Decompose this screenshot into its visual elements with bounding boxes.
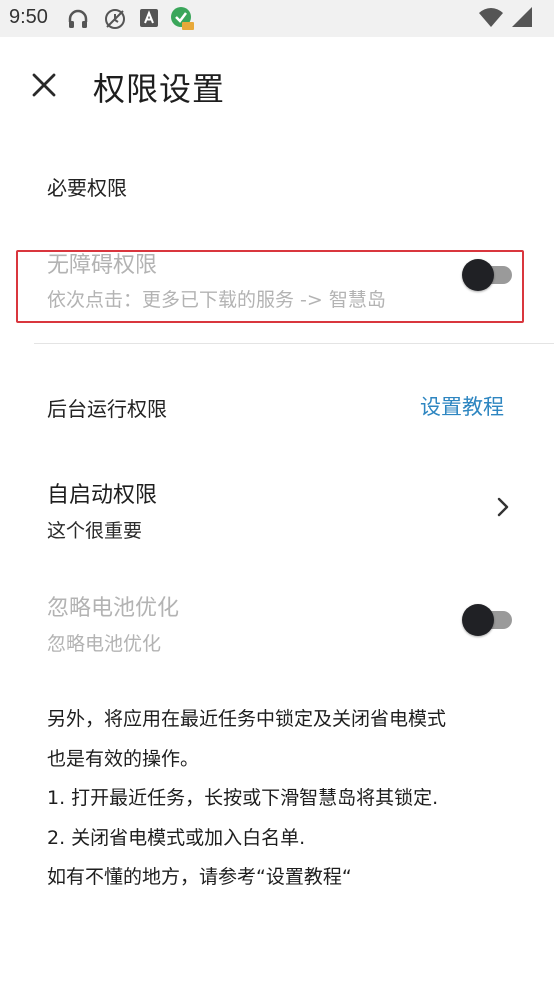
- section-divider: [34, 343, 554, 344]
- autostart-title: 自启动权限: [47, 483, 158, 508]
- signal-icon: [510, 6, 534, 32]
- note-line: 也是有效的操作。: [47, 747, 200, 770]
- section-header-background: 后台运行权限: [47, 397, 167, 421]
- status-time: 9:50: [9, 6, 48, 28]
- help-notes: 另外，将应用在最近任务中锁定及关闭省电模式 也是有效的操作。 1. 打开最近任务…: [47, 700, 537, 898]
- battery-subtitle: 忽略电池优化: [47, 633, 162, 655]
- autostart-subtitle: 这个很重要: [47, 520, 143, 542]
- accessibility-toggle[interactable]: [462, 258, 514, 292]
- note-line: 1. 打开最近任务，长按或下滑智慧岛将其锁定.: [47, 787, 439, 809]
- note-line: 如有不懂的地方，请参考“设置教程“: [47, 866, 352, 888]
- battery-toggle[interactable]: [462, 603, 514, 637]
- toggle-thumb: [462, 604, 494, 636]
- page-title: 权限设置: [93, 70, 226, 108]
- a-badge-icon: [140, 9, 158, 31]
- close-icon: [32, 73, 56, 101]
- note-line: 2. 关闭省电模式或加入白名单.: [47, 826, 306, 849]
- app-bar: 权限设置: [0, 37, 554, 137]
- app-notification-icon: [169, 5, 195, 35]
- status-bar: 9:50: [0, 0, 554, 37]
- tutorial-link[interactable]: 设置教程: [420, 391, 504, 421]
- note-line: 另外，将应用在最近任务中锁定及关闭省电模式: [47, 708, 447, 730]
- battery-title: 忽略电池优化: [47, 596, 180, 621]
- wifi-icon: [478, 6, 504, 32]
- chevron-right-icon: [492, 496, 514, 518]
- location-off-icon: [103, 7, 127, 35]
- accessibility-title: 无障碍权限: [47, 253, 158, 278]
- section-header-required: 必要权限: [47, 176, 127, 200]
- toggle-thumb: [462, 259, 494, 291]
- headphones-icon: [66, 7, 90, 35]
- close-button[interactable]: [22, 65, 66, 109]
- accessibility-subtitle: 依次点击：更多已下载的服务 -> 智慧岛: [47, 289, 386, 311]
